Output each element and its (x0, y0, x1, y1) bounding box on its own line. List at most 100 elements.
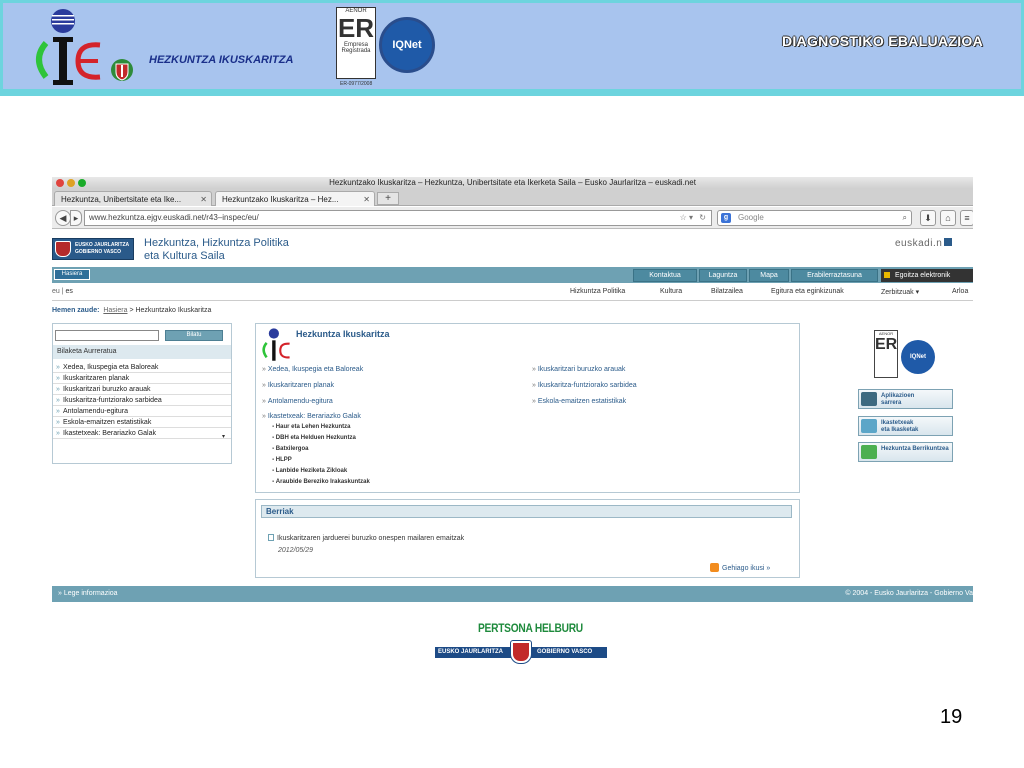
sub-link-hlpp[interactable]: HLPP (272, 457, 292, 463)
menu-item-search[interactable]: Bilatzailea (711, 288, 743, 295)
slide: HEZKUNTZA IKUSKARITZA AENOR ER Empresa R… (0, 0, 1024, 768)
sidebar-item-mission[interactable]: Xedea, Ikuspegia eta Baloreak (53, 362, 231, 373)
home-icon[interactable]: ⌂ (940, 210, 956, 226)
center-link-plans[interactable]: Ikuskaritzaren planak (262, 382, 334, 389)
legal-info-link[interactable]: » Lege informazioa (58, 586, 118, 602)
sidebar-item-statistics[interactable]: Eskola-emaitzen estatistikak (53, 417, 231, 428)
slide-header: HEZKUNTZA IKUSKARITZA AENOR ER Empresa R… (0, 0, 1024, 92)
navigation-bar: ◀ ▸ www.hezkuntza.ejgv.euskadi.net/r43–i… (52, 207, 973, 229)
center-link-statistics[interactable]: Eskola-emaitzen estatistikak (532, 398, 626, 405)
center-title: Hezkuntza Ikuskaritza (296, 329, 390, 339)
close-tab-icon[interactable]: ✕ (363, 192, 370, 206)
sub-link-baccalaureate[interactable]: Batxilergoa (272, 446, 309, 452)
advanced-search-link[interactable]: Bilaketa Aurreratua (53, 345, 231, 359)
browser-tab-1[interactable]: Hezkuntza, Unibertsitate eta Ike... ✕ (54, 191, 212, 206)
menu-item-structure[interactable]: Egitura eta eginkizunak (771, 288, 844, 295)
center-link-schools[interactable]: Ikastetxeak: Berariazko Galak (262, 413, 361, 420)
center-link-access[interactable]: Ikuskaritza-funtziorako sarbidea (532, 382, 637, 389)
menu-item-culture[interactable]: Kultura (660, 288, 682, 295)
sidebar-item-access[interactable]: Ikuskaritza-funtziorako sarbidea (53, 395, 231, 406)
lock-icon (884, 272, 890, 278)
innovation-button[interactable]: Hezkuntza Berrikuntzea (858, 442, 953, 462)
breadcrumb-home-link[interactable]: Hasiera (103, 307, 127, 314)
gov-bottom-shield-icon (511, 641, 531, 663)
euskadi-logo[interactable]: euskadi.n (895, 238, 953, 249)
lang-eu-link[interactable]: eu (52, 288, 60, 295)
browser-tab-2[interactable]: Hezkuntzako Ikuskaritza – Hez... ✕ (215, 191, 375, 206)
gov-shield-icon (55, 241, 71, 257)
search-button[interactable]: Bilatu (165, 330, 223, 341)
schools-studies-button[interactable]: Ikastetxeak eta Ikasketak (858, 416, 953, 436)
help-button[interactable]: Laguntza (699, 269, 747, 282)
minimize-window-icon[interactable] (67, 179, 75, 187)
bookmark-star-icon[interactable]: ☆ ▾ (680, 211, 693, 225)
sidebar-item-rules[interactable]: Ikuskaritzari buruzko arauak (53, 384, 231, 395)
menu-icon[interactable]: ≡ (960, 210, 973, 226)
sidebar-list: Xedea, Ikuspegia eta Baloreak Ikuskaritz… (53, 362, 231, 439)
sidebar-item-plans[interactable]: Ikuskaritzaren planak (53, 373, 231, 384)
center-panel: Hezkuntza Ikuskaritza Xedea, Ikuspegia e… (255, 323, 800, 493)
news-title: Berriak (261, 505, 792, 518)
e-office-button[interactable]: Egoitza elektronik (881, 269, 973, 282)
ie-logo-icon (36, 9, 101, 85)
close-tab-icon[interactable]: ✕ (200, 192, 207, 206)
accessibility-button[interactable]: Erabilerraztasuna (791, 269, 878, 282)
sidebar-item-schools[interactable]: Ikastetxeak: Berariazko Galak (53, 428, 231, 439)
map-button[interactable]: Mapa (749, 269, 789, 282)
search-icon[interactable]: ⌕ (903, 211, 907, 225)
school-icon (861, 419, 877, 433)
news-item[interactable]: Ikuskaritzaren jarduerei buruzko onespen… (268, 534, 464, 542)
menu-item-area[interactable]: Arloa (952, 288, 968, 295)
sub-link-secondary[interactable]: DBH eta Helduen Hezkuntza (272, 435, 356, 441)
news-panel: Berriak Ikuskaritzaren jarduerei buruzko… (255, 499, 800, 578)
sidebar-item-structure[interactable]: Antolamendu-egitura (53, 406, 231, 417)
aenor-sub: Empresa Registrada (341, 42, 371, 54)
contact-button[interactable]: Kontaktua (633, 269, 697, 282)
department-title[interactable]: Hezkuntza, Hizkuntza Politika eta Kultur… (144, 237, 289, 263)
left-sidebar: Bilatu Bilaketa Aurreratua Xedea, Ikuspe… (52, 323, 232, 464)
sub-link-vocational[interactable]: Lanbide Heziketa Zikloak (272, 468, 347, 474)
center-link-mission[interactable]: Xedea, Ikuspegia eta Baloreak (262, 366, 363, 373)
news-item-text: Ikuskaritzaren jarduerei buruzko onespen… (277, 535, 465, 542)
scroll-down-icon[interactable]: ▾ (222, 433, 225, 440)
euskadi-square-icon (944, 238, 953, 246)
url-bar[interactable]: www.hezkuntza.ejgv.euskadi.net/r43–inspe… (84, 210, 712, 226)
new-tab-button[interactable]: + (377, 192, 399, 205)
news-date: 2012/05/29 (278, 547, 314, 554)
window-titlebar: Hezkuntzako Ikuskaritza – Hezkuntza, Uni… (52, 177, 973, 189)
back-button[interactable]: ◀ (55, 210, 71, 226)
menu-item-services[interactable]: Zerbitzuak ▾ (881, 288, 919, 296)
menu-divider (52, 300, 973, 301)
close-window-icon[interactable] (56, 179, 64, 187)
sub-link-special[interactable]: Araubide Bereziko Irakaskuntzak (272, 479, 370, 485)
sub-link-primary[interactable]: Haur eta Lehen Hezkuntza (272, 424, 351, 430)
right-aenor-er: ER (875, 336, 898, 353)
maximize-window-icon[interactable] (78, 179, 86, 187)
forward-button[interactable]: ▸ (70, 210, 82, 226)
site-footer: » Lege informazioa © 2004 - Eusko Jaurla… (52, 586, 973, 602)
news-more-link[interactable]: Gehiago ikusi » (710, 563, 770, 572)
breadcrumb-label: Hemen zaude: (52, 307, 100, 314)
news-more-label: Gehiago ikusi » (722, 565, 771, 572)
tab-bar: Hezkuntza, Unibertsitate eta Ike... ✕ He… (52, 189, 973, 206)
site-search-input[interactable] (55, 330, 159, 341)
lang-es-link[interactable]: es (66, 288, 73, 295)
center-link-structure[interactable]: Antolamendu-egitura (262, 398, 333, 405)
reload-icon[interactable]: ↻ (699, 211, 706, 225)
rss-icon (710, 563, 719, 572)
applications-label: Aplikazioen sarrera (881, 393, 915, 406)
applications-button[interactable]: Aplikazioen sarrera (858, 389, 953, 409)
gov-bottom-logo: EUSKO JAURLARITZA GOBIERNO VASCO (435, 641, 607, 663)
language-selector: eu | es (52, 288, 73, 295)
certificate-code: ER-0977/2008 (340, 81, 373, 87)
gov-logo[interactable]: EUSKO JAURLARITZA GOBIERNO VASCO (52, 238, 134, 260)
basque-shield-icon (111, 59, 133, 81)
copyright-text: © 2004 - Eusko Jaurlaritza - Gobierno Va (845, 590, 973, 597)
center-link-rules[interactable]: Ikuskaritzari buruzko arauak (532, 366, 626, 373)
home-button[interactable]: Hasiera (54, 269, 90, 280)
download-icon[interactable]: ⬇ (920, 210, 936, 226)
search-box[interactable]: g Google ⌕ (717, 210, 912, 226)
menu-item-language-policy[interactable]: Hizkuntza Politika (570, 288, 625, 295)
department-title-line-2: eta Kultura Saila (144, 250, 225, 262)
gov-logo-text: EUSKO JAURLARITZA GOBIERNO VASCO (75, 242, 130, 255)
